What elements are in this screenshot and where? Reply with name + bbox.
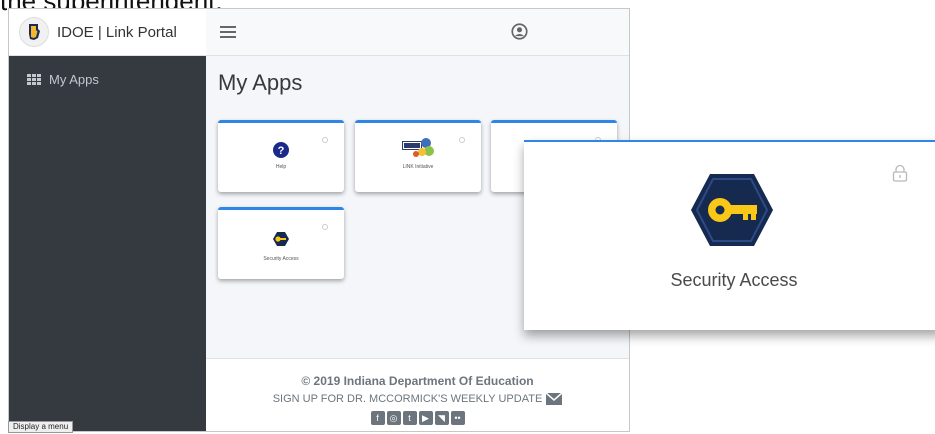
- tile-label: Security Access: [263, 256, 299, 262]
- sidebar-item-label: My Apps: [49, 72, 99, 87]
- page-title: My Apps: [218, 70, 303, 95]
- question-circle-icon: ?: [273, 142, 289, 158]
- social-links: f ◎ t ▶ ◥ ••: [206, 411, 629, 425]
- signup-text: SIGN UP FOR DR. MCCORMICK'S WEEKLY UPDAT…: [272, 393, 543, 405]
- svg-text:?: ?: [278, 145, 285, 157]
- flickr-icon[interactable]: ••: [450, 411, 465, 425]
- lock-icon: [459, 137, 465, 143]
- app-tile-security-access[interactable]: Security Access: [218, 207, 344, 279]
- top-navbar: [206, 9, 629, 56]
- brand-link[interactable]: IDOE | Link Portal: [9, 9, 206, 56]
- tile-label: Help: [275, 164, 287, 170]
- link-initiative-logo-icon: [402, 138, 434, 157]
- envelope-icon: [546, 393, 563, 405]
- key-hexagon-icon: [691, 174, 773, 246]
- app-tile-help[interactable]: ? Help: [218, 120, 344, 192]
- zoomed-security-access-card[interactable]: Security Access: [524, 140, 935, 330]
- brand-title: IDOE | Link Portal: [57, 23, 177, 41]
- rss-icon[interactable]: ◥: [434, 411, 449, 425]
- user-circle-icon[interactable]: [511, 23, 528, 40]
- lock-icon: [322, 137, 328, 143]
- facebook-icon[interactable]: f: [370, 411, 385, 425]
- sidebar-item-my-apps[interactable]: My Apps: [27, 72, 99, 87]
- zoom-card-label: Security Access: [670, 270, 798, 290]
- grid-icon: [27, 73, 41, 86]
- key-hexagon-icon: [273, 232, 289, 246]
- youtube-icon[interactable]: ▶: [418, 411, 433, 425]
- lock-icon: [322, 224, 328, 230]
- sidebar: My Apps: [9, 56, 206, 431]
- tooltip: Display a menu: [8, 421, 74, 433]
- tile-label: LINK Initiative: [402, 164, 434, 170]
- lock-icon: [892, 164, 908, 182]
- copyright-text: © 2019 Indiana Department Of Education: [301, 374, 534, 388]
- hamburger-menu-icon[interactable]: [220, 23, 236, 41]
- instagram-icon[interactable]: ◎: [386, 411, 401, 425]
- footer: © 2019 Indiana Department Of Education S…: [206, 358, 629, 431]
- twitter-icon[interactable]: t: [402, 411, 417, 425]
- app-tile-link-initiative[interactable]: LINK Initiative: [355, 120, 481, 192]
- indiana-state-icon: [19, 17, 49, 47]
- screenshot-stage: the superintendent. IDOE | Link Portal: [0, 0, 935, 434]
- newsletter-signup-link[interactable]: SIGN UP FOR DR. MCCORMICK'S WEEKLY UPDAT…: [273, 393, 563, 405]
